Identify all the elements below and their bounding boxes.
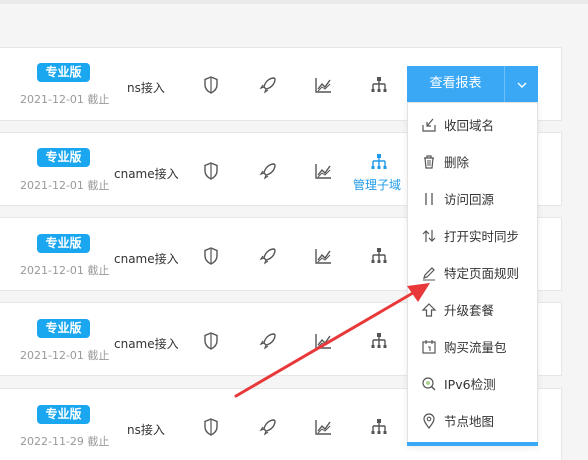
map-pin-icon bbox=[421, 412, 437, 429]
sync-icon bbox=[421, 228, 437, 244]
access-type: cname接入 bbox=[114, 337, 179, 351]
expiry-date: 2021-12-01 截止 bbox=[20, 264, 110, 277]
menu-item-node-map[interactable]: 节点地图 bbox=[408, 402, 537, 439]
access-type: ns接入 bbox=[127, 81, 165, 95]
expiry-date: 2021-12-01 截止 bbox=[20, 349, 110, 362]
sitemap-icon[interactable] bbox=[369, 75, 389, 95]
shield-icon[interactable] bbox=[201, 246, 221, 266]
menu-item-label: 打开实时同步 bbox=[444, 229, 520, 244]
rocket-icon[interactable] bbox=[258, 246, 278, 266]
reclaim-icon bbox=[421, 117, 437, 133]
sitemap-icon[interactable] bbox=[369, 417, 389, 437]
menu-item-buy-traffic[interactable]: 购买流量包 bbox=[408, 328, 537, 365]
access-type: cname接入 bbox=[114, 167, 179, 181]
rocket-icon[interactable] bbox=[258, 331, 278, 351]
menu-bottom-edge bbox=[407, 442, 538, 446]
menu-item-label: IPv6检测 bbox=[444, 377, 496, 392]
sitemap-icon[interactable] bbox=[369, 246, 389, 266]
rocket-icon[interactable] bbox=[258, 75, 278, 95]
menu-item-upgrade-plan[interactable]: 升级套餐 bbox=[408, 291, 537, 328]
trash-icon bbox=[421, 154, 437, 170]
edition-badge: 专业版 bbox=[37, 405, 90, 424]
menu-item-label: 收回域名 bbox=[444, 118, 495, 133]
chart-trend-icon[interactable] bbox=[313, 75, 333, 95]
menu-item-reclaim-domain[interactable]: 收回域名 bbox=[408, 106, 537, 143]
view-report-button[interactable]: 查看报表 bbox=[407, 66, 504, 102]
edition-badge: 专业版 bbox=[37, 148, 90, 167]
rocket-icon[interactable] bbox=[258, 417, 278, 437]
menu-item-realtime-sync[interactable]: 打开实时同步 bbox=[408, 217, 537, 254]
menu-item-delete[interactable]: 删除 bbox=[408, 143, 537, 180]
access-type: cname接入 bbox=[114, 252, 179, 266]
expiry-date: 2022-11-29 截止 bbox=[20, 435, 110, 448]
chart-trend-icon[interactable] bbox=[313, 331, 333, 351]
chart-trend-icon[interactable] bbox=[313, 161, 333, 181]
menu-item-label: 删除 bbox=[444, 155, 470, 170]
shield-icon[interactable] bbox=[201, 161, 221, 181]
edition-badge: 专业版 bbox=[37, 234, 90, 253]
origin-icon bbox=[421, 191, 437, 207]
sitemap-icon[interactable] bbox=[369, 331, 389, 351]
menu-item-page-rules[interactable]: 特定页面规则 bbox=[408, 254, 537, 291]
shield-icon[interactable] bbox=[201, 331, 221, 351]
expiry-date: 2021-12-01 截止 bbox=[20, 93, 110, 106]
more-actions-toggle[interactable] bbox=[504, 66, 538, 102]
chevron-down-icon bbox=[517, 77, 527, 91]
menu-item-label: 特定页面规则 bbox=[444, 266, 520, 281]
manage-subdomain-link[interactable]: 管理子域 bbox=[353, 176, 401, 193]
chart-trend-icon[interactable] bbox=[313, 417, 333, 437]
menu-item-label: 升级套餐 bbox=[444, 303, 495, 318]
menu-item-label: 访问回源 bbox=[444, 192, 495, 207]
upgrade-icon bbox=[421, 302, 437, 318]
shield-icon[interactable] bbox=[201, 75, 221, 95]
sitemap-icon[interactable] bbox=[369, 152, 389, 172]
pencil-icon bbox=[421, 265, 437, 281]
more-actions-menu: 收回域名 删除 访问回源 打开实时同步 特定页面规则 升级套餐 购买流量包 IP… bbox=[407, 102, 538, 446]
list-top-edge bbox=[0, 0, 588, 4]
shield-icon[interactable] bbox=[201, 417, 221, 437]
menu-item-label: 购买流量包 bbox=[444, 340, 507, 355]
chart-trend-icon[interactable] bbox=[313, 246, 333, 266]
rocket-icon[interactable] bbox=[258, 161, 278, 181]
edition-badge: 专业版 bbox=[37, 319, 90, 338]
menu-item-origin-access[interactable]: 访问回源 bbox=[408, 180, 537, 217]
calendar-icon bbox=[421, 339, 437, 355]
menu-item-label: 节点地图 bbox=[444, 414, 495, 429]
expiry-date: 2021-12-01 截止 bbox=[20, 179, 110, 192]
edition-badge: 专业版 bbox=[37, 63, 90, 82]
menu-item-ipv6-check[interactable]: IPv6检测 bbox=[408, 365, 537, 402]
access-type: ns接入 bbox=[127, 423, 165, 437]
search-icon bbox=[421, 376, 437, 392]
view-report-button-group: 查看报表 bbox=[407, 66, 538, 102]
